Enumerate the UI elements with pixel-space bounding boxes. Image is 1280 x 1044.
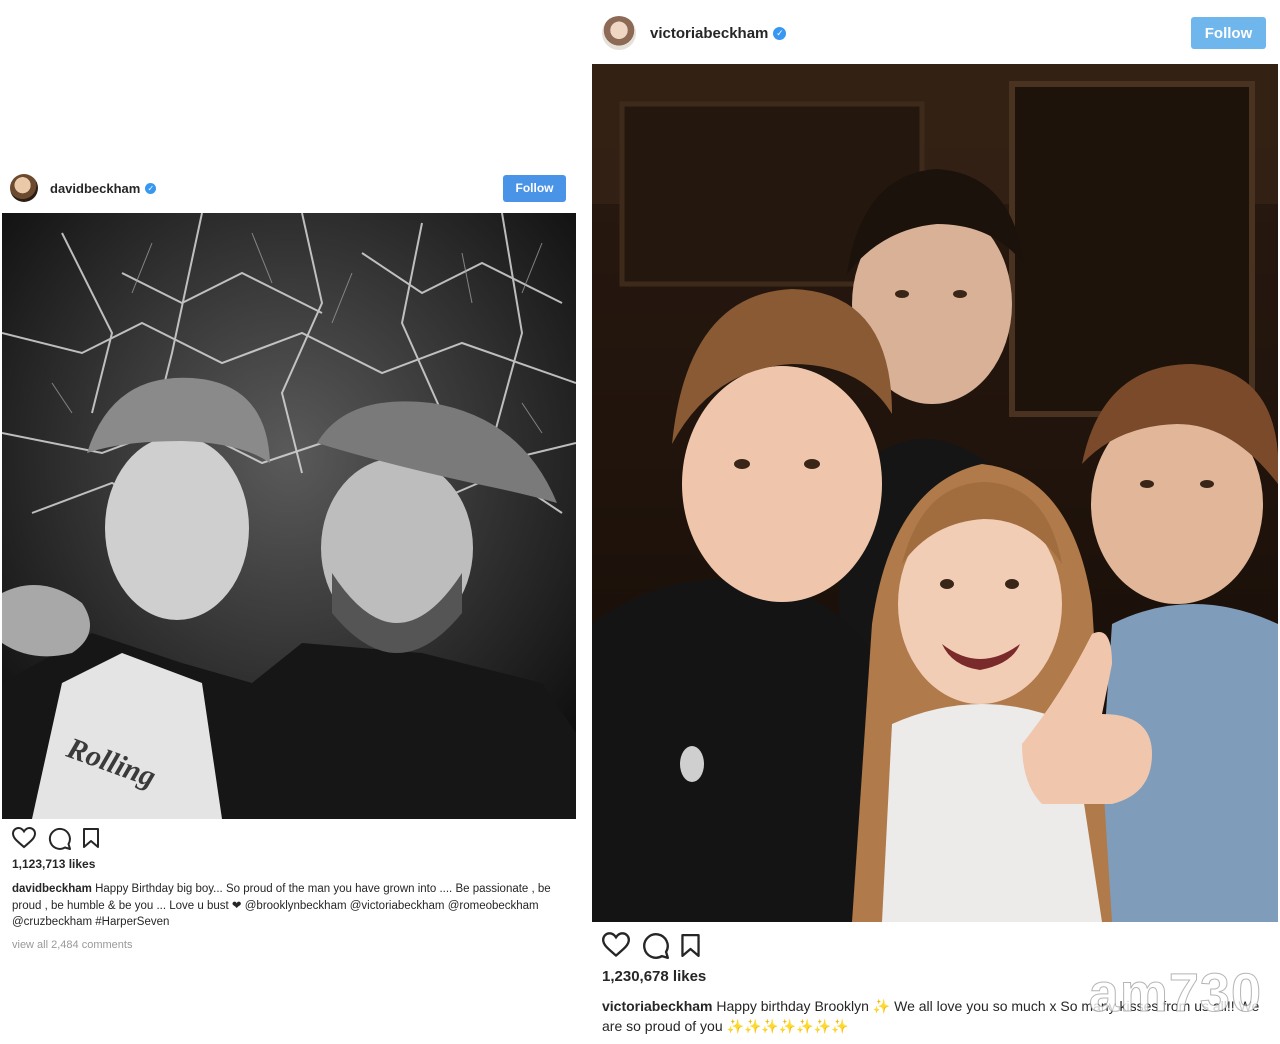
caption-username[interactable]: davidbeckham: [12, 883, 92, 895]
photo-illustration: Rolling: [2, 213, 576, 819]
likes-count[interactable]: 1,230,678 likes: [602, 968, 706, 985]
verified-badge-icon: ✓: [773, 26, 787, 40]
verified-badge-icon: ✓: [145, 182, 157, 194]
caption-username[interactable]: victoriabeckham: [602, 998, 713, 1014]
username[interactable]: victoriabeckham: [650, 25, 768, 42]
avatar[interactable]: [10, 174, 38, 202]
post-actions: [590, 930, 1278, 960]
bookmark-icon[interactable]: [681, 933, 700, 957]
comment-icon[interactable]: [48, 827, 71, 850]
instagram-post-david: davidbeckham ✓ Follow Rolling 1,123,713 …: [2, 163, 576, 963]
caption-text: Happy Birthday big boy... So proud of th…: [12, 883, 551, 929]
heart-icon[interactable]: [602, 932, 630, 958]
post-header: victoriabeckham ✓ Follow: [590, 2, 1278, 64]
photo-illustration: [592, 64, 1278, 922]
view-all-comments-link[interactable]: view all 2,484 comments: [12, 939, 132, 951]
post-photo[interactable]: Rolling: [2, 213, 576, 819]
post-photo[interactable]: [592, 64, 1278, 922]
avatar[interactable]: [602, 16, 636, 50]
username[interactable]: davidbeckham: [50, 181, 140, 196]
comment-icon[interactable]: [642, 932, 669, 959]
heart-icon[interactable]: [12, 827, 36, 849]
follow-button[interactable]: Follow: [503, 174, 566, 202]
watermark-logo: am730: [1088, 963, 1262, 1024]
post-caption: davidbeckham Happy Birthday big boy... S…: [12, 881, 557, 931]
follow-button[interactable]: Follow: [1191, 17, 1266, 49]
post-actions: [2, 825, 576, 851]
post-header: davidbeckham ✓ Follow: [2, 163, 576, 213]
likes-count[interactable]: 1,123,713 likes: [12, 857, 95, 871]
bookmark-icon[interactable]: [83, 828, 99, 848]
instagram-post-victoria: victoriabeckham ✓ Follow 1,230,678 likes…: [590, 2, 1278, 1044]
